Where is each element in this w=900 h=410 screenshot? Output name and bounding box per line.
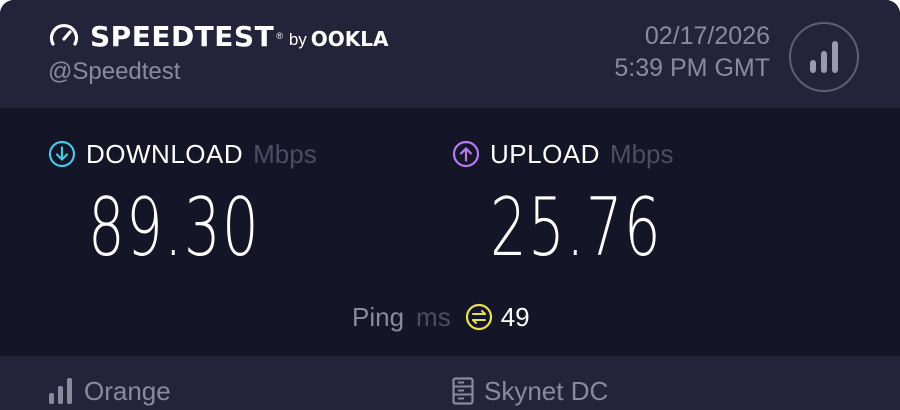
ping-unit: ms — [416, 301, 451, 332]
upload-label: UPLOAD — [490, 138, 600, 169]
upload-unit: Mbps — [609, 138, 674, 169]
brand-name: SPEEDTEST — [90, 19, 275, 53]
ping-value: 49 — [500, 301, 530, 332]
upload-metric: UPLOAD Mbps 25.76 — [452, 136, 674, 274]
by-label: by — [288, 30, 307, 49]
social-handle: @Speedtest — [48, 58, 181, 85]
isp-info: Orange — [48, 374, 171, 408]
download-arrow-icon — [48, 140, 76, 168]
ping-label: Ping — [352, 301, 405, 332]
isp-name: Orange — [84, 375, 171, 406]
results-button[interactable] — [789, 22, 859, 92]
download-label-row: DOWNLOAD Mbps — [48, 136, 317, 172]
upload-label-row: UPLOAD Mbps — [452, 136, 674, 172]
download-value: 89.30 — [88, 181, 261, 274]
test-date: 02/17/2026 — [644, 22, 770, 50]
download-label: DOWNLOAD — [86, 138, 244, 169]
test-datetime: 02/17/2026 5:39 PM GMT — [614, 20, 770, 84]
download-unit: Mbps — [253, 138, 317, 169]
ookla-logo: OOKLA — [310, 27, 389, 51]
bar-chart-icon — [810, 41, 838, 73]
upload-value: 25.76 — [490, 181, 663, 274]
footer: Orange Skynet DC — [0, 356, 900, 410]
test-time: 5:39 PM GMT — [614, 54, 770, 82]
ping-icon — [465, 303, 492, 331]
download-metric: DOWNLOAD Mbps 89.30 — [48, 136, 317, 274]
speedtest-logo: SPEEDTEST ® by OOKLA — [48, 16, 389, 56]
server-name: Skynet DC — [484, 375, 609, 406]
speedometer-icon — [49, 23, 79, 46]
ping-metric: Ping ms 49 — [352, 298, 530, 336]
trademark: ® — [276, 31, 283, 41]
speedtest-result-card: SPEEDTEST ® by OOKLA @Speedtest 02/17/20… — [0, 0, 900, 410]
header: SPEEDTEST ® by OOKLA @Speedtest 02/17/20… — [0, 0, 900, 108]
server-icon — [452, 377, 474, 405]
signal-bars-icon — [49, 378, 72, 404]
server-info: Skynet DC — [452, 374, 608, 408]
upload-arrow-icon — [452, 140, 480, 168]
